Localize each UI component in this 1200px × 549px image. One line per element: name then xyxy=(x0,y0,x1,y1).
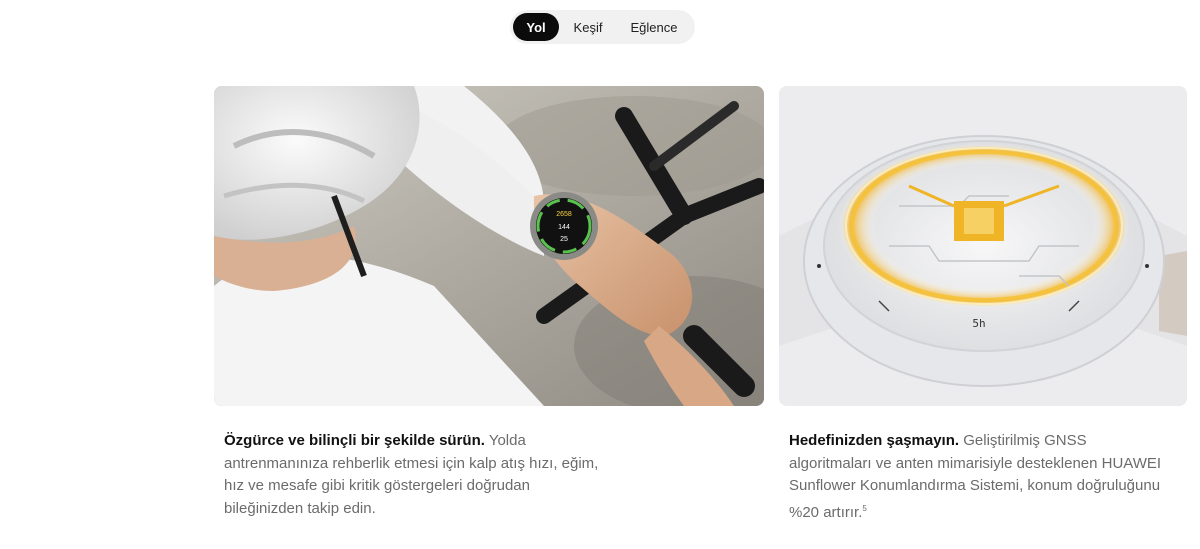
caption-heading: Hedefinizden şaşmayın. xyxy=(789,432,960,449)
caption-road-riding: Özgürce ve bilinçli bir şekilde sürün. Y… xyxy=(224,430,604,520)
tab-kesif[interactable]: Keşif xyxy=(559,13,617,41)
cyclist-checking-watch-photo: 2658 144 25 xyxy=(214,86,764,406)
scenario-tab-bar: Yol Keşif Eğlence xyxy=(510,10,695,44)
case-engraving: 5h xyxy=(972,317,985,330)
caption-heading: Özgürce ve bilinçli bir şekilde sürün. xyxy=(224,432,485,449)
watch-face-line1: 2658 xyxy=(556,211,572,218)
footnote-marker[interactable]: 5 xyxy=(862,504,866,513)
watch-face-line2: 144 xyxy=(558,224,570,231)
tab-eglence[interactable]: Eğlence xyxy=(617,13,691,41)
tab-yol[interactable]: Yol xyxy=(513,13,559,41)
watch-face-line3: 25 xyxy=(560,236,568,243)
gnss-watch-render-image: 5h xyxy=(779,86,1187,406)
transparent-watch-gnss-antenna-render: 5h xyxy=(779,86,1187,406)
caption-gnss: Hedefinizden şaşmayın. Geliştirilmiş GNS… xyxy=(789,430,1169,524)
cyclist-watch-image: 2658 144 25 xyxy=(214,86,764,406)
